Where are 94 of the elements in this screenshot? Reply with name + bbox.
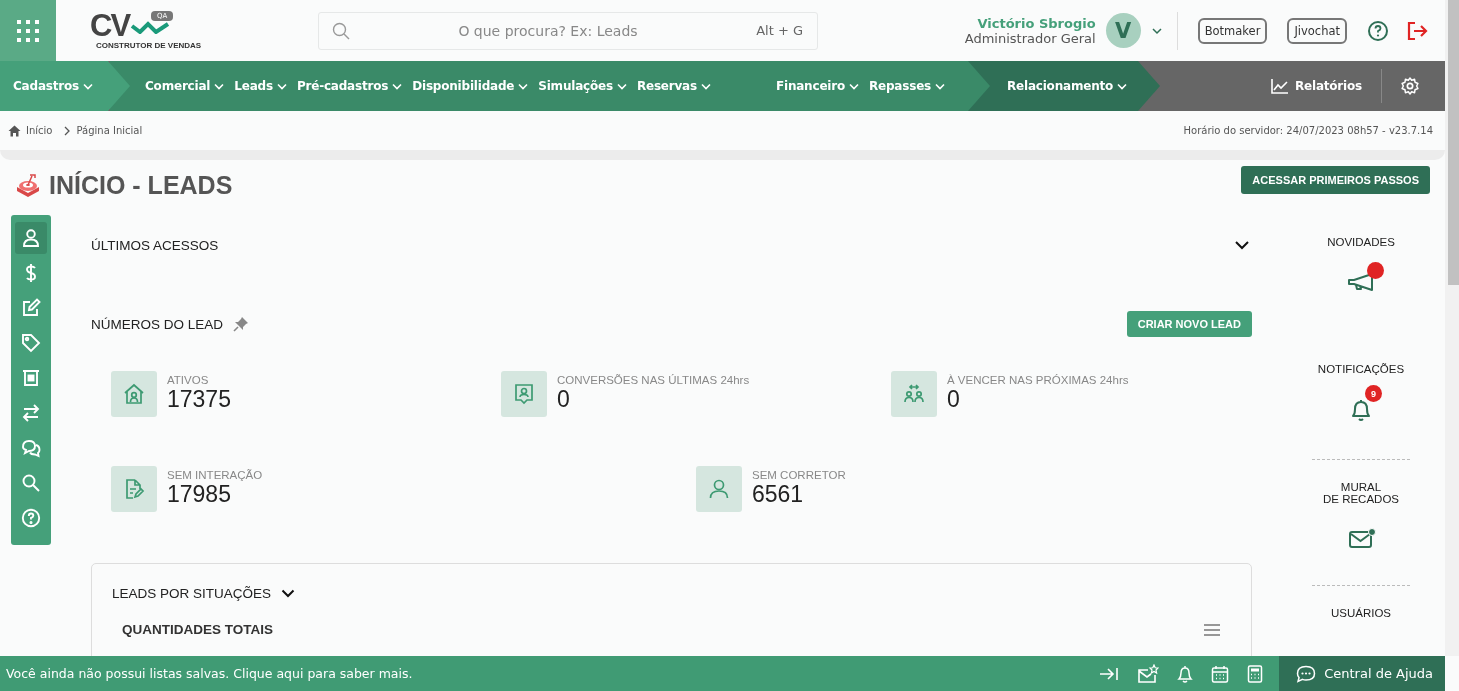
edit-icon (21, 298, 41, 318)
scrollbar[interactable] (1445, 0, 1459, 656)
calendar-icon[interactable] (1211, 664, 1230, 683)
pin-icon[interactable] (233, 316, 250, 332)
panel-title: NOTIFICAÇÕES (1317, 363, 1405, 375)
user-avatar[interactable]: V (1105, 13, 1141, 48)
section-title: NÚMEROS DO LEAD (91, 316, 224, 332)
card-title: LEADS POR SITUAÇÕES (112, 586, 272, 601)
panel-title: NOVIDADES (1327, 236, 1395, 248)
logo-text: CV (90, 11, 130, 41)
menu-item[interactable]: Disponibilidade (407, 79, 534, 93)
new-lead-button[interactable]: CRIAR NOVO LEAD (1126, 311, 1252, 337)
grid-icon (16, 18, 40, 43)
chevron-icon (83, 82, 93, 90)
user-name: Victório Sbrogio (977, 15, 1096, 31)
stat-value: 17375 (167, 386, 231, 413)
shortcut-hint: Alt + G (756, 22, 803, 38)
menu-item[interactable]: Cadastros (8, 79, 98, 93)
chevron-icon (935, 82, 946, 90)
logout-icon[interactable] (1407, 20, 1429, 41)
person-icon (696, 466, 742, 512)
breadcrumb-link[interactable]: Página Inicial (76, 125, 143, 136)
house-icon (111, 371, 157, 417)
panel-title: MURAL DE RECADOS (1322, 481, 1399, 505)
apps-menu-button[interactable] (0, 0, 56, 61)
breadcrumb-link[interactable]: Início (26, 125, 53, 136)
bell-icon[interactable] (1349, 397, 1373, 423)
chevron-icon[interactable] (1234, 240, 1250, 250)
notification-count: 9 (1365, 385, 1382, 402)
panel-title: USUÁRIOS (1330, 607, 1392, 619)
chart-title: QUANTIDADES TOTAIS (122, 622, 273, 637)
calculator-icon[interactable] (1247, 664, 1264, 683)
stat-label: ATIVOS (167, 374, 210, 386)
home-icon[interactable] (8, 124, 21, 137)
menu-item[interactable]: Pré-cadastros (291, 79, 408, 93)
stat-value: 17985 (167, 481, 232, 508)
transfer-icon (21, 403, 41, 423)
menu-item[interactable]: Relacionamento (1002, 79, 1133, 93)
swap-icon (891, 371, 937, 417)
chat-service-button[interactable]: Jivochat (1287, 17, 1347, 44)
search-icon (332, 21, 350, 40)
chevron-icon (700, 82, 711, 90)
document-icon (111, 466, 157, 512)
register-icon (21, 368, 41, 388)
stat-value: 0 (947, 386, 961, 413)
caret-icon[interactable] (1150, 26, 1163, 35)
user-role: Administrador Geral (964, 30, 1096, 46)
section-title: ÚLTIMOS ACESSOS (91, 237, 219, 253)
chevron-right-icon (63, 125, 72, 136)
chevron-icon (214, 82, 225, 90)
target-icon (15, 173, 41, 197)
page-title: INÍCIO - LEADS (49, 170, 233, 200)
stat-label: SEM INTERAÇÃO (167, 469, 263, 481)
logo-tagline: CONSTRUTOR DE VENDAS (96, 41, 203, 50)
help-center-button[interactable]: Central de Ajuda (1279, 656, 1445, 691)
menu-item[interactable]: Financeiro (770, 79, 864, 93)
chat-service-button[interactable]: Botmaker (1197, 17, 1268, 44)
settings-icon[interactable] (1400, 76, 1420, 96)
tag-icon (21, 333, 41, 353)
badge-icon (501, 371, 547, 417)
chevron-icon (392, 82, 403, 90)
chat-icon (21, 438, 41, 458)
stat-label: À VENCER NAS PRÓXIMAS 24hrs (947, 374, 1129, 386)
first-steps-button[interactable]: ACESSAR PRIMEIROS PASSOS (1241, 166, 1430, 194)
bell-icon[interactable] (1177, 664, 1194, 683)
chevron-icon (276, 82, 287, 90)
stat-label: SEM CORRETOR (752, 469, 846, 481)
reports-link[interactable]: Relatórios (1266, 78, 1367, 94)
menu-item[interactable]: Comercial (140, 79, 230, 93)
stat-label: CONVERSÕES NAS ÚLTIMAS 24hrs (557, 374, 750, 386)
saved-lists-link[interactable]: Você ainda não possui listas salvas. Clique aqui para saber mais. (6, 666, 413, 681)
collapse-arrow-icon[interactable] (1099, 665, 1120, 682)
stat-value: 6561 (752, 481, 805, 508)
chevron-icon (518, 82, 529, 90)
mail-star-icon[interactable] (1137, 663, 1160, 684)
chevron-icon (616, 82, 627, 90)
menu-item[interactable]: Reservas (631, 79, 716, 93)
stat-value: 0 (557, 386, 571, 413)
help-icon[interactable] (1367, 19, 1389, 42)
line-chart-icon (1271, 78, 1289, 94)
scrollbar-thumb[interactable] (1448, 0, 1459, 285)
chevron-icon (1117, 82, 1128, 90)
menu-item[interactable]: Repasses (864, 79, 951, 93)
menu-icon[interactable] (1203, 622, 1221, 637)
server-time: Horário do servidor: 24/07/2023 08h57 - v23.7.14 (1183, 125, 1433, 136)
chat-bubble-icon (1296, 664, 1317, 683)
chevron-icon[interactable] (281, 589, 296, 598)
person-icon (21, 228, 41, 248)
menu-item[interactable]: Simulações (533, 79, 632, 93)
menu-item[interactable]: Leads (229, 79, 292, 93)
search-icon (21, 473, 41, 493)
chevron-icon (849, 82, 859, 90)
person-tool-button[interactable] (15, 222, 47, 254)
help-icon (21, 508, 41, 528)
